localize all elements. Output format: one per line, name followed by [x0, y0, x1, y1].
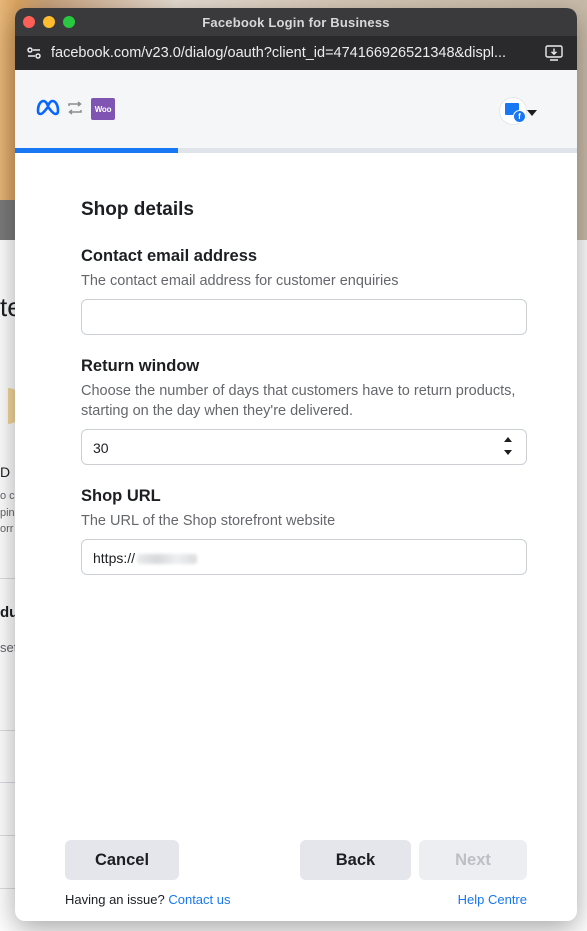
- contact-us-link[interactable]: Contact us: [168, 892, 230, 907]
- login-popup-window: Facebook Login for Business facebook.com…: [15, 8, 577, 921]
- back-button[interactable]: Back: [300, 840, 411, 880]
- woocommerce-logo-icon: Woo: [91, 98, 115, 120]
- background-divider: [0, 888, 15, 889]
- return-window-value: 30: [93, 440, 109, 456]
- background-text-fragment: orr: [0, 523, 14, 535]
- redacted-url-blur: [137, 554, 198, 565]
- shop-url-field: Shop URL The URL of the Shop storefront …: [81, 487, 527, 575]
- shop-url-value: https://: [93, 550, 198, 566]
- account-switcher[interactable]: f: [499, 97, 527, 125]
- facebook-badge-icon: f: [513, 110, 526, 123]
- swap-icon: [66, 99, 84, 122]
- quantity-stepper[interactable]: [504, 437, 514, 459]
- background-text-fragment: pin: [0, 507, 15, 519]
- window-controls: [23, 16, 75, 28]
- background-photo-strip: [0, 200, 15, 240]
- window-title: Facebook Login for Business: [202, 14, 390, 30]
- background-divider: [0, 782, 15, 783]
- contact-email-input[interactable]: [81, 299, 527, 335]
- minimize-window-button[interactable]: [43, 16, 55, 28]
- return-window-label: Return window: [81, 357, 200, 375]
- dialog-actions: Cancel Back Next: [65, 840, 527, 880]
- contact-email-field: Contact email address The contact email …: [81, 247, 527, 335]
- window-titlebar[interactable]: Facebook Login for Business: [15, 8, 577, 36]
- background-divider: [0, 835, 15, 836]
- stepper-up-icon[interactable]: [504, 437, 512, 442]
- close-window-button[interactable]: [23, 16, 35, 28]
- meta-logo-icon: [35, 98, 61, 121]
- shop-url-prefix: https://: [93, 550, 136, 566]
- next-button[interactable]: Next: [419, 840, 527, 880]
- return-window-input[interactable]: 30: [81, 429, 527, 465]
- site-settings-icon[interactable]: [25, 44, 43, 62]
- background-text-fragment: D: [0, 464, 11, 480]
- shop-url-help: The URL of the Shop storefront website: [81, 513, 336, 529]
- stepper-down-icon[interactable]: [504, 450, 512, 455]
- url-text[interactable]: facebook.com/v23.0/dialog/oauth?client_i…: [51, 45, 521, 61]
- dialog-footer: Having an issue? Contact us Help Centre: [65, 892, 527, 907]
- dialog-header: Woo f: [15, 70, 577, 148]
- contact-email-label: Contact email address: [81, 247, 258, 265]
- issue-text: Having an issue?: [65, 892, 169, 907]
- background-divider: [0, 578, 15, 579]
- background-text-fragment: o c: [0, 490, 15, 502]
- chevron-down-icon[interactable]: [527, 110, 537, 116]
- return-window-help: Choose the number of days that customers…: [81, 383, 516, 419]
- section-title: Shop details: [81, 199, 194, 220]
- shop-details-form: Shop details Contact email address The c…: [81, 153, 527, 597]
- contact-email-help: The contact email address for customer e…: [81, 273, 399, 289]
- address-bar: facebook.com/v23.0/dialog/oauth?client_i…: [15, 36, 577, 70]
- cancel-button[interactable]: Cancel: [65, 840, 179, 880]
- background-divider: [0, 730, 15, 731]
- shop-url-input[interactable]: https://: [81, 539, 527, 575]
- return-window-field: Return window Choose the number of days …: [81, 357, 527, 465]
- install-app-icon[interactable]: [545, 45, 563, 61]
- maximize-window-button[interactable]: [63, 16, 75, 28]
- shop-url-label: Shop URL: [81, 487, 161, 505]
- help-centre-link[interactable]: Help Centre: [458, 892, 527, 907]
